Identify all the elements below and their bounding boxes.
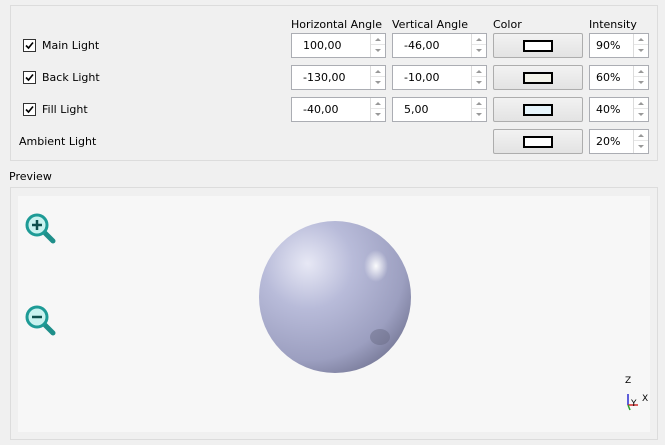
spin-up-button[interactable] [371,34,385,45]
main-light-intensity-input[interactable]: 90% [589,33,649,58]
zoom-in-icon [25,213,56,244]
ambient-light-color-button[interactable] [493,129,583,154]
z-axis-label: Z [625,376,632,386]
fill-light-vertical-angle-value: 5,00 [404,103,429,116]
header-intensity: Intensity [589,18,637,31]
back-light-horizontal-angle-input[interactable]: -130,00 [291,65,386,90]
spin-down-button[interactable] [472,45,486,56]
spin-down-button[interactable] [472,77,486,88]
main-light-vertical-angle-input[interactable]: -46,00 [392,33,487,58]
spin-down-button[interactable] [371,77,385,88]
main-light-horizontal-angle-value: 100,00 [303,39,342,52]
zoom-out-button[interactable] [24,304,58,338]
main-light-color-swatch [523,40,553,52]
back-light-color-swatch [523,72,553,84]
ambient-light-intensity-value: 20% [596,135,621,148]
main-light-row: Main Light 100,00 -46,00 90% [11,33,657,59]
back-light-intensity-value: 60% [596,71,621,84]
main-light-checkbox[interactable] [23,39,36,52]
back-light-color-button[interactable] [493,65,583,90]
preview-frame: Z Y X [10,187,658,440]
spin-down-button[interactable] [634,77,648,88]
fill-light-horizontal-angle-value: -40,00 [303,103,339,116]
back-light-checkbox[interactable] [23,71,36,84]
spin-down-button[interactable] [472,109,486,120]
fill-light-row: Fill Light -40,00 5,00 40% [11,97,657,123]
checkmark-icon [25,73,34,82]
ambient-light-label: Ambient Light [19,135,97,148]
spin-up-button[interactable] [634,130,648,141]
zoom-in-button[interactable] [24,212,58,246]
back-light-label: Back Light [42,71,100,84]
spin-down-button[interactable] [634,45,648,56]
spin-up-button[interactable] [634,98,648,109]
fill-light-checkbox[interactable] [23,103,36,116]
preview-viewport[interactable]: Z Y X [18,196,650,432]
main-light-intensity-value: 90% [596,39,621,52]
ambient-light-color-swatch [523,136,553,148]
checkmark-icon [25,41,34,50]
fill-light-vertical-angle-input[interactable]: 5,00 [392,97,487,122]
fill-light-horizontal-angle-input[interactable]: -40,00 [291,97,386,122]
main-light-horizontal-angle-input[interactable]: 100,00 [291,33,386,58]
spin-up-button[interactable] [634,34,648,45]
spin-up-button[interactable] [371,98,385,109]
spin-up-button[interactable] [472,66,486,77]
axis-triad: Z Y X [622,376,652,415]
spin-down-button[interactable] [371,109,385,120]
ambient-light-intensity-input[interactable]: 20% [589,129,649,154]
checkmark-icon [25,105,34,114]
y-axis-label: Y [631,399,637,409]
fill-light-color-button[interactable] [493,97,583,122]
spin-down-button[interactable] [634,141,648,152]
header-vertical-angle: Vertical Angle [392,18,468,31]
main-light-color-button[interactable] [493,33,583,58]
spin-down-button[interactable] [371,45,385,56]
spin-up-button[interactable] [472,34,486,45]
fill-light-label: Fill Light [42,103,88,116]
spin-down-button[interactable] [634,109,648,120]
header-horizontal-angle: Horizontal Angle [291,18,382,31]
back-light-intensity-input[interactable]: 60% [589,65,649,90]
main-light-vertical-angle-value: -46,00 [404,39,440,52]
back-light-vertical-angle-value: -10,00 [404,71,440,84]
sphere-preview [259,221,411,373]
lighting-settings-panel: Horizontal Angle Vertical Angle Color In… [10,5,658,161]
back-light-vertical-angle-input[interactable]: -10,00 [392,65,487,90]
preview-label: Preview [9,170,52,183]
x-axis-label: X [642,394,649,404]
back-light-horizontal-angle-value: -130,00 [303,71,346,84]
header-color: Color [493,18,522,31]
zoom-out-icon [25,305,56,336]
main-light-label: Main Light [42,39,100,52]
back-light-row: Back Light -130,00 -10,00 60% [11,65,657,91]
spin-up-button[interactable] [371,66,385,77]
spin-up-button[interactable] [634,66,648,77]
fill-light-intensity-value: 40% [596,103,621,116]
fill-light-intensity-input[interactable]: 40% [589,97,649,122]
ambient-light-row: Ambient Light 20% [11,129,657,155]
spin-up-button[interactable] [472,98,486,109]
fill-light-color-swatch [523,104,553,116]
